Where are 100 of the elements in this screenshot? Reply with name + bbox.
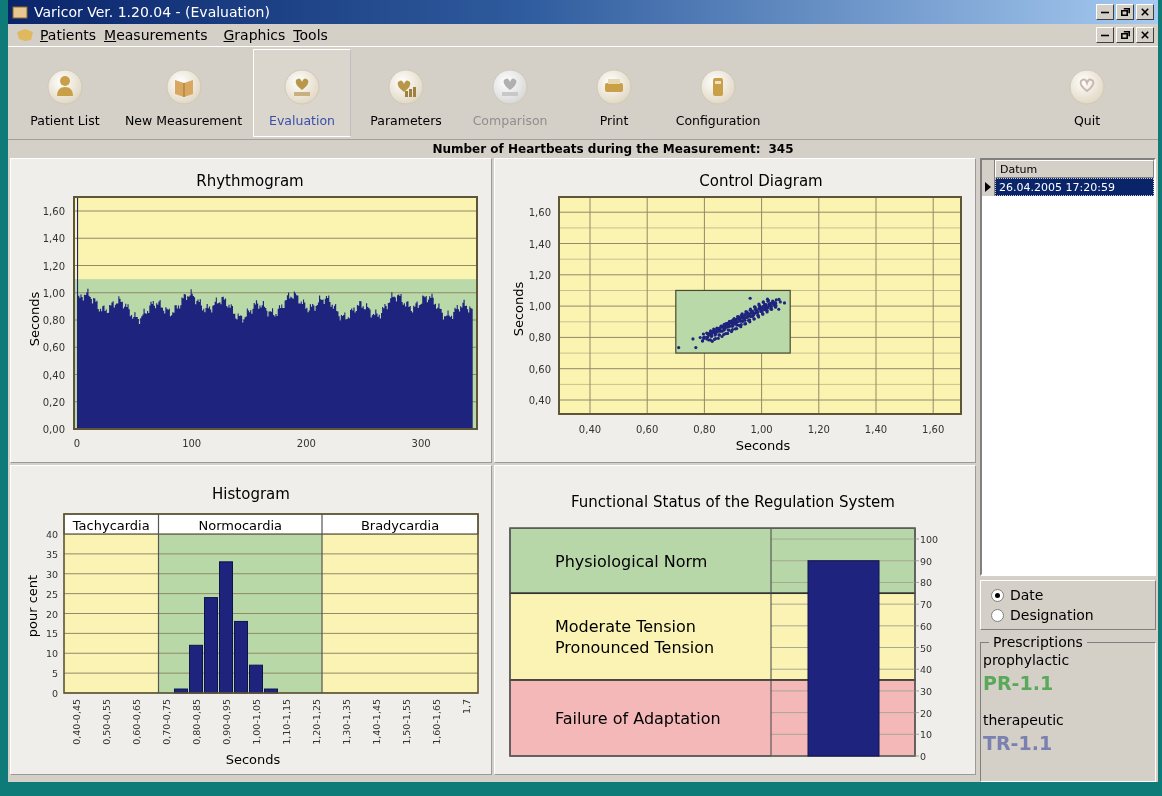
- column-header[interactable]: Datum: [995, 160, 1154, 178]
- tick-label: 0,70-0,75: [160, 699, 172, 745]
- axis-title: Seconds: [225, 752, 281, 767]
- tick-label: 100: [182, 438, 202, 449]
- chart-title: Functional Status of the Regulation System: [571, 493, 895, 511]
- tick-label: 30: [45, 568, 58, 580]
- tick-label: 0,40: [42, 369, 65, 381]
- menu-item[interactable]: Graphics: [219, 27, 290, 43]
- tick-label: 1,60: [42, 206, 65, 217]
- tick-label: 0,60-0,65: [130, 699, 142, 745]
- tick-label: 100: [920, 534, 939, 546]
- toolbar-button[interactable]: Patient List: [16, 49, 114, 137]
- zone-label: Failure of Adaptation: [555, 709, 721, 729]
- tick-label: 0,00: [42, 424, 65, 435]
- minimize-icon: [1101, 33, 1109, 37]
- tick-label: 90: [920, 555, 933, 567]
- toolbar-button[interactable]: New Measurement: [120, 49, 248, 137]
- tick-label: 25: [45, 588, 58, 600]
- tick-label: 1,40: [864, 424, 888, 435]
- axis-title: Seconds: [511, 281, 526, 337]
- restore-button[interactable]: [1116, 27, 1134, 43]
- close-button[interactable]: [1136, 4, 1154, 20]
- chart-title: Control Diagram: [699, 172, 823, 190]
- group-title: Prescriptions: [992, 634, 1084, 650]
- menu-item[interactable]: Patients: [36, 27, 101, 43]
- tick-label: 70: [920, 599, 933, 611]
- book-icon: [165, 69, 202, 105]
- zone-label: Moderate Tension Pronounced Tension: [555, 617, 715, 658]
- menu-item[interactable]: Tools: [289, 27, 332, 43]
- tick-label: 15: [45, 628, 58, 640]
- toolbar-button[interactable]: Print: [565, 49, 664, 137]
- tick-label: 30: [920, 685, 933, 697]
- tick-label: 300: [411, 438, 431, 449]
- prescription-label: prophylactic: [983, 652, 1071, 668]
- tick-label: 0,80: [693, 424, 716, 435]
- tick-label: 0,60: [42, 342, 65, 354]
- close-icon: [1141, 8, 1149, 16]
- tick-label: 0: [920, 751, 927, 762]
- tick-label: 1,50-1,55: [400, 699, 412, 745]
- tick-label: 0,80: [528, 332, 551, 344]
- toolbar-button[interactable]: Parameters: [357, 49, 456, 137]
- restore-icon: [1120, 8, 1130, 16]
- app-icon: [12, 4, 28, 20]
- tick-label: 40: [920, 664, 933, 676]
- tick-label: 1,40: [42, 233, 65, 245]
- tick-label: 60: [920, 620, 933, 632]
- menu-app-icon: [16, 28, 34, 42]
- axis-title: Seconds: [27, 291, 42, 347]
- tick-label: 0,50-0,55: [100, 699, 112, 745]
- tick-label: 20: [920, 707, 933, 719]
- heartbeat-count-value: 345: [768, 142, 794, 156]
- tick-label: 1,60: [528, 207, 551, 219]
- prescription-code: PR-1.1: [983, 672, 1055, 694]
- table-cell[interactable]: 26.04.2005 17:20:59: [995, 178, 1154, 196]
- person-icon: [47, 69, 83, 105]
- tick-label: 35: [45, 548, 58, 560]
- radio-button[interactable]: [991, 588, 1004, 602]
- chart-title: Rhythmogram: [196, 172, 304, 190]
- zone-label: Tachycardia: [72, 518, 150, 533]
- tick-label: 10: [45, 648, 58, 660]
- prescription-code: TR-1.1: [983, 732, 1054, 754]
- tick-label: 0,80: [42, 315, 65, 326]
- tick-label: 20: [45, 608, 58, 620]
- minimize-button[interactable]: [1096, 4, 1114, 20]
- heartbeat-count-label: Number of Heartbeats during the Measurement:: [432, 142, 761, 156]
- phone-icon: [700, 69, 737, 105]
- prescription-label: therapeutic: [983, 712, 1065, 728]
- tick-label: 1,00: [750, 424, 773, 435]
- radio-option[interactable]: Date: [987, 587, 1149, 603]
- tick-label: 1,40-1,45: [370, 699, 382, 745]
- axis-title: Seconds: [735, 438, 791, 453]
- restore-button[interactable]: [1116, 4, 1134, 20]
- tick-label: 0,40-0,45: [70, 699, 82, 745]
- tick-label: 1,60-1,65: [430, 699, 442, 745]
- radio-button[interactable]: [991, 608, 1004, 622]
- window-title: Varicor Ver. 1.20.04 - (Evaluation): [34, 4, 270, 20]
- tick-label: 0,40: [578, 424, 602, 435]
- tick-label: 200: [296, 438, 316, 449]
- menu-item[interactable]: Measurements: [100, 27, 212, 43]
- tick-label: 40: [45, 529, 58, 540]
- tick-label: 0,90-0,95: [220, 699, 232, 745]
- radio-option[interactable]: Designation: [987, 607, 1149, 623]
- tick-label: 0,40: [528, 395, 551, 406]
- tick-label: 1,10-1,15: [280, 699, 292, 745]
- tick-label: 1,20: [807, 424, 830, 435]
- tick-label: 1,20: [528, 269, 551, 281]
- tick-label: 1,30-1,35: [340, 699, 352, 745]
- minimize-button[interactable]: [1096, 27, 1114, 43]
- toolbar-button[interactable]: Evaluation: [253, 49, 352, 137]
- toolbar-button[interactable]: Configuration: [669, 49, 768, 137]
- close-button[interactable]: [1136, 27, 1154, 43]
- tick-label: 0,20: [42, 396, 65, 408]
- tick-label: 1,7: [460, 699, 472, 715]
- tick-label: 1,40: [528, 238, 551, 250]
- axis-title: pour cent: [25, 574, 40, 638]
- restore-icon: [1120, 31, 1130, 39]
- minimize-icon: [1101, 10, 1109, 14]
- toolbar-button[interactable]: Quit: [1038, 49, 1136, 137]
- tick-label: 5: [51, 668, 58, 680]
- tick-label: 1,20: [42, 260, 65, 272]
